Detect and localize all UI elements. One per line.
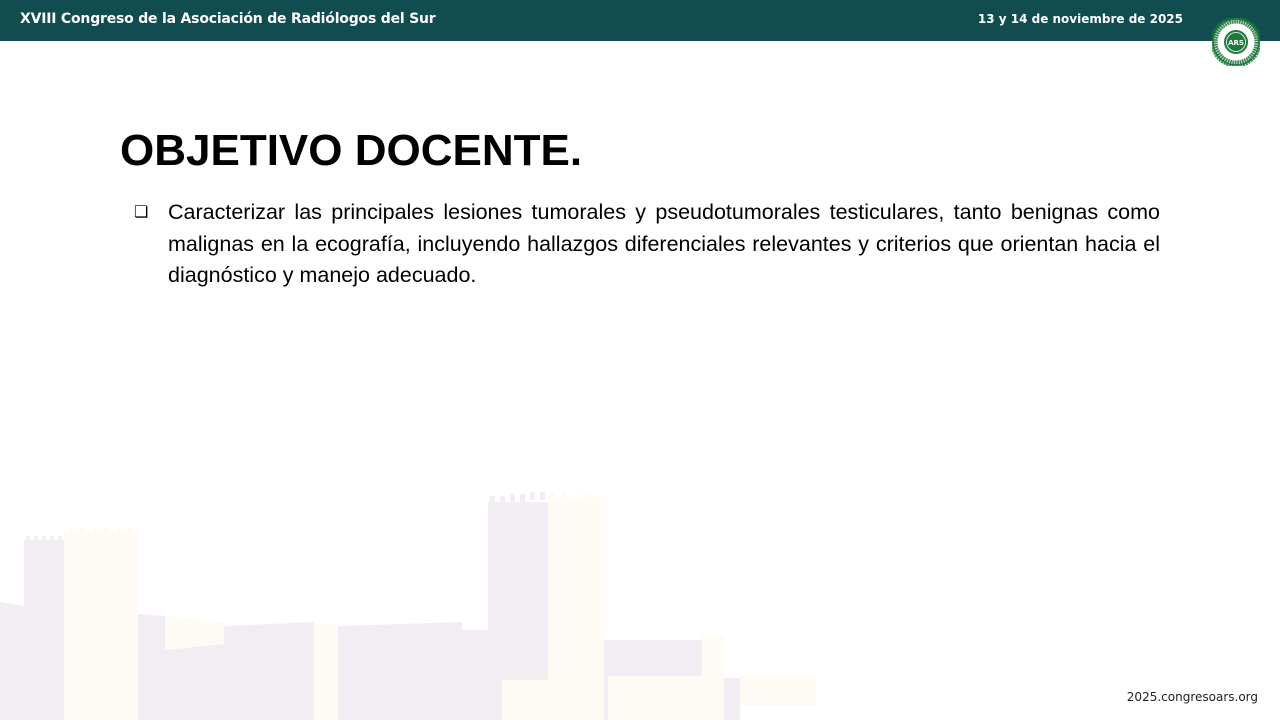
congress-date: 13 y 14 de noviembre de 2025	[977, 12, 1183, 26]
ars-logo: ARS	[1212, 18, 1260, 66]
congress-title: XVIII Congreso de la Asociación de Radió…	[20, 11, 436, 27]
logo-center-text: ARS	[1228, 39, 1244, 47]
bullet-text: Caracterizar las principales lesiones tu…	[168, 200, 1160, 287]
checkbox-bullet-icon: ❏	[134, 202, 149, 221]
city-skyline-watermark	[0, 492, 816, 720]
footer-url: 2025.congresoars.org	[1126, 690, 1258, 704]
header-bar: XVIII Congreso de la Asociación de Radió…	[0, 0, 1280, 41]
slide-title: OBJETIVO DOCENTE.	[120, 126, 583, 175]
